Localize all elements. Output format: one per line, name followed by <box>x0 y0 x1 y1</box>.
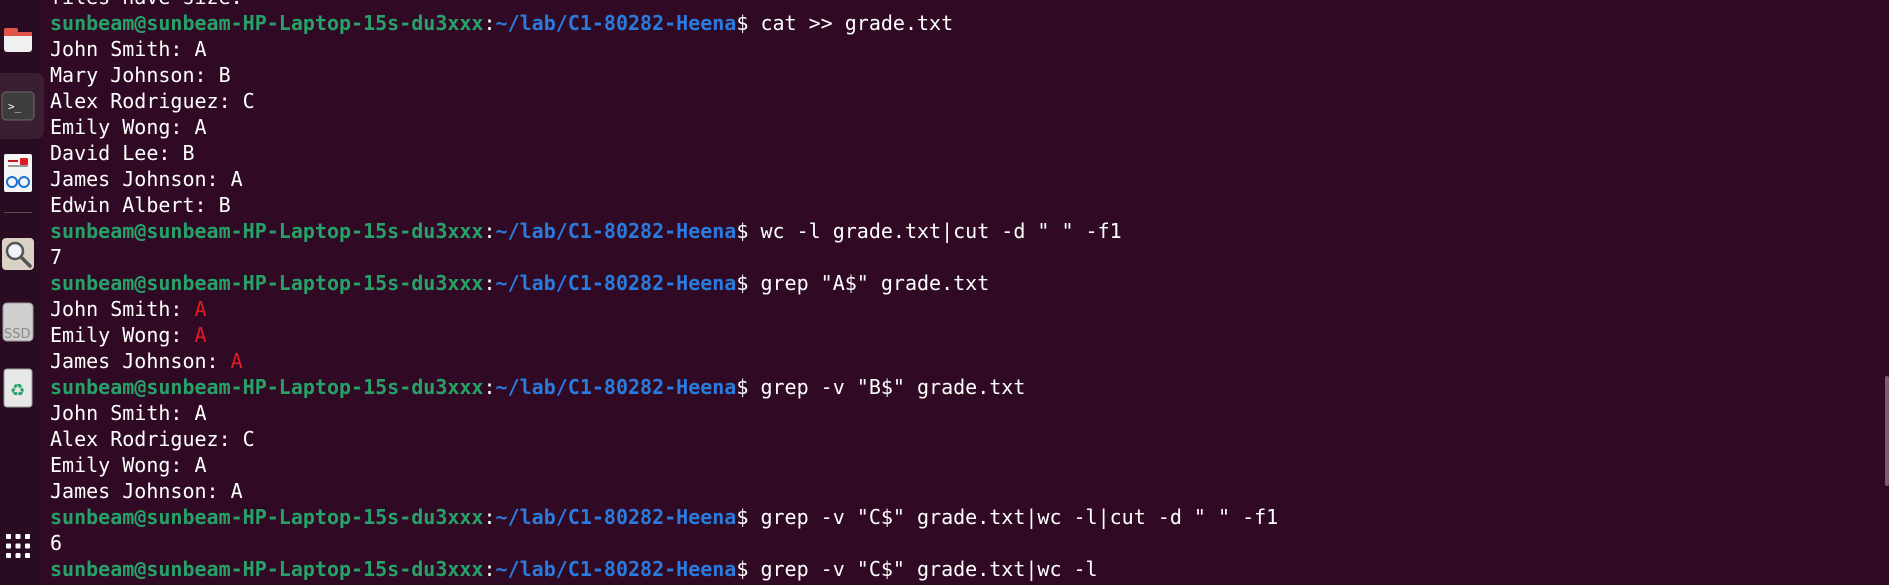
dock-item-text-editor[interactable] <box>0 150 36 196</box>
prompt-user: sunbeam@sunbeam-HP-Laptop-15s-du3xxx <box>50 219 484 243</box>
dock-item-apps[interactable] <box>0 528 36 564</box>
output-text: John Smith: <box>50 297 195 321</box>
prompt-symbol: $ <box>736 219 761 243</box>
prompt-path: ~/lab/C1-80282-Heena <box>495 375 737 399</box>
terminal-glyph: >_ <box>8 100 22 113</box>
prompt-symbol: $ <box>736 11 761 35</box>
recycle-icon: ♻ <box>3 368 33 408</box>
grep-match-line: John Smith: A <box>50 296 1889 322</box>
output-line: Edwin Albert: B <box>50 192 1889 218</box>
prompt-separator: : <box>483 219 496 243</box>
command-text: cat >> grade.txt <box>760 11 954 35</box>
recycle-glyph: ♻ <box>10 381 25 401</box>
output-text: David Lee: B <box>50 141 195 165</box>
output-line: files have size. <box>50 0 1889 10</box>
output-line: James Johnson: A <box>50 166 1889 192</box>
command-text: grep -v "C$" grade.txt|wc -l <box>760 557 1098 581</box>
output-line: Alex Rodriguez: C <box>50 88 1889 114</box>
prompt-user: sunbeam@sunbeam-HP-Laptop-15s-du3xxx <box>50 11 484 35</box>
output-text: James Johnson: A <box>50 479 243 503</box>
prompt-separator: : <box>483 557 496 581</box>
output-text: files have size. <box>50 0 243 9</box>
terminal-output[interactable]: files have size.sunbeam@sunbeam-HP-Lapto… <box>50 0 1889 582</box>
command-text: grep -v "C$" grade.txt|wc -l|cut -d " " … <box>760 505 1279 529</box>
document-viewer-icon <box>4 154 32 192</box>
prompt-separator: : <box>483 11 496 35</box>
output-line: David Lee: B <box>50 140 1889 166</box>
dock-item-files[interactable] <box>0 18 36 62</box>
prompt-user: sunbeam@sunbeam-HP-Laptop-15s-du3xxx <box>50 271 484 295</box>
dock-separator <box>4 212 32 213</box>
app-grid-icon <box>6 534 30 558</box>
prompt-line: sunbeam@sunbeam-HP-Laptop-15s-du3xxx:~/l… <box>50 556 1889 582</box>
output-line: John Smith: A <box>50 400 1889 426</box>
grep-match: A <box>194 323 207 347</box>
output-text: James Johnson: A <box>50 167 243 191</box>
output-line: 6 <box>50 530 1889 556</box>
prompt-line: sunbeam@sunbeam-HP-Laptop-15s-du3xxx:~/l… <box>50 10 1889 36</box>
prompt-symbol: $ <box>736 271 761 295</box>
output-text: 6 <box>50 531 63 555</box>
output-text: Emily Wong: <box>50 323 195 347</box>
prompt-symbol: $ <box>736 505 761 529</box>
output-text: Mary Johnson: B <box>50 63 231 87</box>
prompt-user: sunbeam@sunbeam-HP-Laptop-15s-du3xxx <box>50 557 484 581</box>
magnifier-icon <box>2 238 34 270</box>
prompt-path: ~/lab/C1-80282-Heena <box>495 505 737 529</box>
grep-match-line: Emily Wong: A <box>50 322 1889 348</box>
dock-item-trash[interactable]: ♻ <box>0 366 36 410</box>
drive-icon: SSD <box>2 302 34 342</box>
terminal-icon: >_ <box>1 91 35 121</box>
output-text: John Smith: A <box>50 37 207 61</box>
output-line: 7 <box>50 244 1889 270</box>
prompt-path: ~/lab/C1-80282-Heena <box>495 271 737 295</box>
output-text: Alex Rodriguez: C <box>50 427 255 451</box>
prompt-line: sunbeam@sunbeam-HP-Laptop-15s-du3xxx:~/l… <box>50 504 1889 530</box>
output-line: Alex Rodriguez: C <box>50 426 1889 452</box>
prompt-line: sunbeam@sunbeam-HP-Laptop-15s-du3xxx:~/l… <box>50 270 1889 296</box>
dock-item-ssd[interactable]: SSD <box>0 300 36 344</box>
dock-item-search[interactable] <box>0 232 36 276</box>
folder-icon <box>4 28 32 52</box>
drive-label: SSD <box>4 327 31 342</box>
output-line: Emily Wong: A <box>50 452 1889 478</box>
output-text: John Smith: A <box>50 401 207 425</box>
output-text: Emily Wong: A <box>50 115 207 139</box>
prompt-user: sunbeam@sunbeam-HP-Laptop-15s-du3xxx <box>50 505 484 529</box>
grep-match-line: James Johnson: A <box>50 348 1889 374</box>
output-text: James Johnson: <box>50 349 231 373</box>
dock: >_ SSD ♻ <box>0 0 44 585</box>
prompt-path: ~/lab/C1-80282-Heena <box>495 557 737 581</box>
prompt-separator: : <box>483 505 496 529</box>
prompt-symbol: $ <box>736 375 761 399</box>
prompt-separator: : <box>483 375 496 399</box>
output-text: Emily Wong: A <box>50 453 207 477</box>
output-text: 7 <box>50 245 63 269</box>
prompt-separator: : <box>483 271 496 295</box>
prompt-symbol: $ <box>736 557 761 581</box>
grep-match: A <box>194 297 207 321</box>
output-line: James Johnson: A <box>50 478 1889 504</box>
prompt-path: ~/lab/C1-80282-Heena <box>495 11 737 35</box>
command-text: wc -l grade.txt|cut -d " " -f1 <box>760 219 1122 243</box>
prompt-user: sunbeam@sunbeam-HP-Laptop-15s-du3xxx <box>50 375 484 399</box>
output-line: Mary Johnson: B <box>50 62 1889 88</box>
terminal-scrollbar[interactable] <box>1885 376 1889 486</box>
output-text: Edwin Albert: B <box>50 193 231 217</box>
command-text: grep -v "B$" grade.txt <box>760 375 1026 399</box>
output-text: Alex Rodriguez: C <box>50 89 255 113</box>
prompt-path: ~/lab/C1-80282-Heena <box>495 219 737 243</box>
prompt-line: sunbeam@sunbeam-HP-Laptop-15s-du3xxx:~/l… <box>50 218 1889 244</box>
prompt-line: sunbeam@sunbeam-HP-Laptop-15s-du3xxx:~/l… <box>50 374 1889 400</box>
grep-match: A <box>230 349 243 373</box>
dock-item-terminal[interactable]: >_ <box>0 84 36 128</box>
command-text: grep "A$" grade.txt <box>760 271 990 295</box>
output-line: John Smith: A <box>50 36 1889 62</box>
output-line: Emily Wong: A <box>50 114 1889 140</box>
